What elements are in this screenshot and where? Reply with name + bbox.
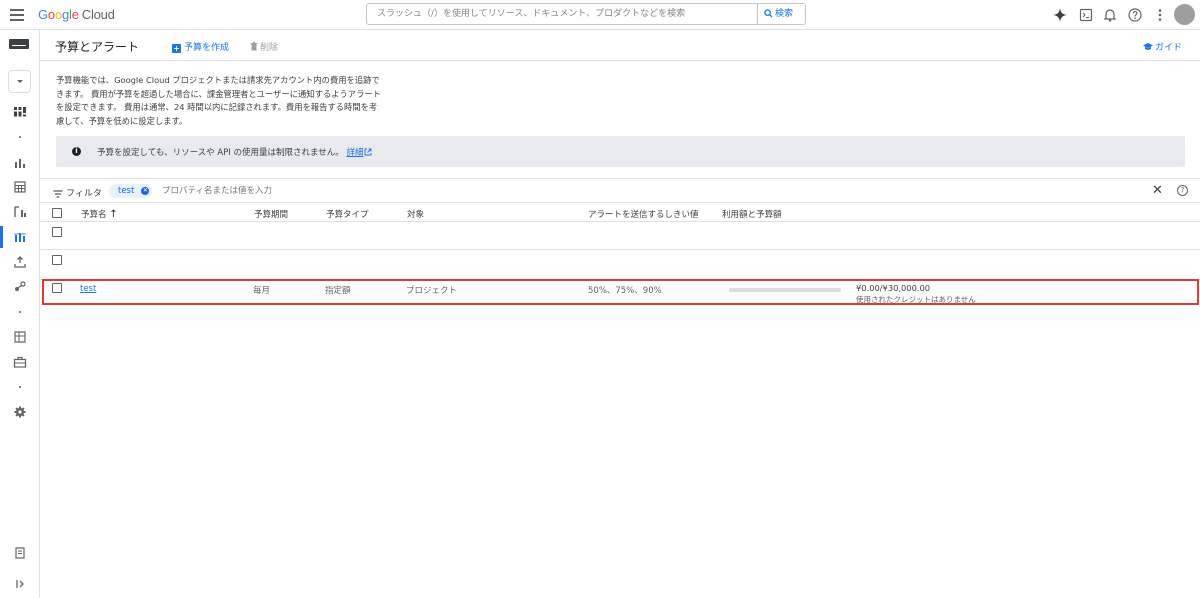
- search-icon: [764, 9, 773, 18]
- filter-bar: フィルタ test ✕ ✕ ?: [40, 178, 1200, 203]
- project-icon[interactable]: [9, 39, 29, 49]
- filter-button[interactable]: フィルタ: [53, 186, 102, 199]
- more-vert-icon[interactable]: [1152, 7, 1168, 23]
- project-dropdown[interactable]: [8, 70, 31, 93]
- column-header-thresholds: アラートを送信するしきい値: [588, 210, 699, 220]
- row-checkbox[interactable]: [52, 255, 62, 265]
- page-title: 予算とアラート: [55, 40, 140, 54]
- clear-filter-icon[interactable]: ✕: [1152, 184, 1163, 197]
- trash-icon: [250, 42, 258, 51]
- external-link-icon: [365, 148, 372, 156]
- table-row: [40, 250, 1200, 280]
- google-cloud-logo[interactable]: Google Cloud: [38, 7, 115, 22]
- page-header: 予算とアラート + 予算を作成 削除 ガイド: [40, 30, 1200, 61]
- sort-arrow-up-icon: ↑: [109, 209, 118, 220]
- filter-help-icon[interactable]: ?: [1177, 185, 1188, 196]
- row-highlight-box: [42, 279, 1199, 305]
- table-header: 予算名 ↑ 予算期間 予算タイプ 対象 アラートを送信するしきい値 利用額と予算…: [40, 204, 1200, 222]
- export-icon[interactable]: [12, 255, 28, 269]
- learn-more-link[interactable]: 詳細: [346, 148, 372, 158]
- search-button[interactable]: 検索: [758, 3, 806, 25]
- column-header-name[interactable]: 予算名 ↑: [81, 208, 118, 220]
- notifications-icon[interactable]: [1102, 7, 1118, 23]
- select-all-checkbox[interactable]: [52, 208, 62, 218]
- reports-icon[interactable]: [12, 156, 28, 170]
- top-bar: Google Cloud スラッシュ（/）を使用してリソース、ドキュメント、プロダ…: [0, 0, 1200, 30]
- column-header-usage: 利用額と予算額: [722, 210, 782, 220]
- info-banner-text: 予算を設定しても、リソースや API の使用量は制限されません。 詳細: [97, 146, 372, 158]
- expand-icon[interactable]: [12, 577, 28, 591]
- add-icon: +: [172, 44, 181, 53]
- nav-dot: [19, 311, 21, 313]
- guide-link[interactable]: ガイド: [1142, 40, 1182, 53]
- delete-button: 削除: [250, 40, 278, 53]
- briefcase-icon[interactable]: [12, 355, 28, 369]
- column-header-period: 予算期間: [254, 210, 289, 220]
- table-icon[interactable]: [12, 330, 28, 344]
- table-row: [40, 222, 1200, 250]
- nav-active-indicator: [0, 226, 3, 248]
- info-banner: i 予算を設定しても、リソースや API の使用量は制限されません。 詳細: [56, 136, 1185, 167]
- left-nav: [0, 30, 40, 598]
- settings-icon[interactable]: [12, 405, 28, 419]
- nav-dot: [19, 136, 21, 138]
- help-icon[interactable]: [1127, 7, 1143, 23]
- release-notes-icon[interactable]: [12, 546, 28, 560]
- cost-breakdown-icon[interactable]: [12, 205, 28, 219]
- filter-chip[interactable]: test ✕: [109, 184, 153, 198]
- chip-remove-icon[interactable]: ✕: [141, 187, 150, 195]
- commitments-icon[interactable]: [12, 280, 28, 294]
- create-budget-button[interactable]: + 予算を作成: [172, 40, 229, 53]
- dashboard-icon[interactable]: [12, 105, 28, 119]
- gemini-icon[interactable]: [1052, 7, 1068, 23]
- budgets-icon[interactable]: [12, 230, 28, 244]
- search-input[interactable]: スラッシュ（/）を使用してリソース、ドキュメント、プロダクトなどを検索: [366, 3, 758, 25]
- filter-input[interactable]: [162, 186, 462, 196]
- column-header-type: 予算タイプ: [326, 210, 369, 220]
- page-description: 予算機能では、Google Cloud プロジェクトまたは請求先アカウント内の費…: [56, 75, 381, 126]
- nav-dot: [19, 386, 21, 388]
- filter-icon: [53, 190, 63, 198]
- calculator-icon[interactable]: [12, 180, 28, 194]
- main-menu-icon[interactable]: [10, 9, 24, 21]
- row-checkbox[interactable]: [52, 227, 62, 237]
- school-icon: [1142, 43, 1153, 50]
- avatar[interactable]: [1174, 4, 1195, 25]
- column-header-scope: 対象: [407, 210, 425, 220]
- info-icon: i: [72, 147, 81, 156]
- cloud-shell-icon[interactable]: [1078, 7, 1094, 23]
